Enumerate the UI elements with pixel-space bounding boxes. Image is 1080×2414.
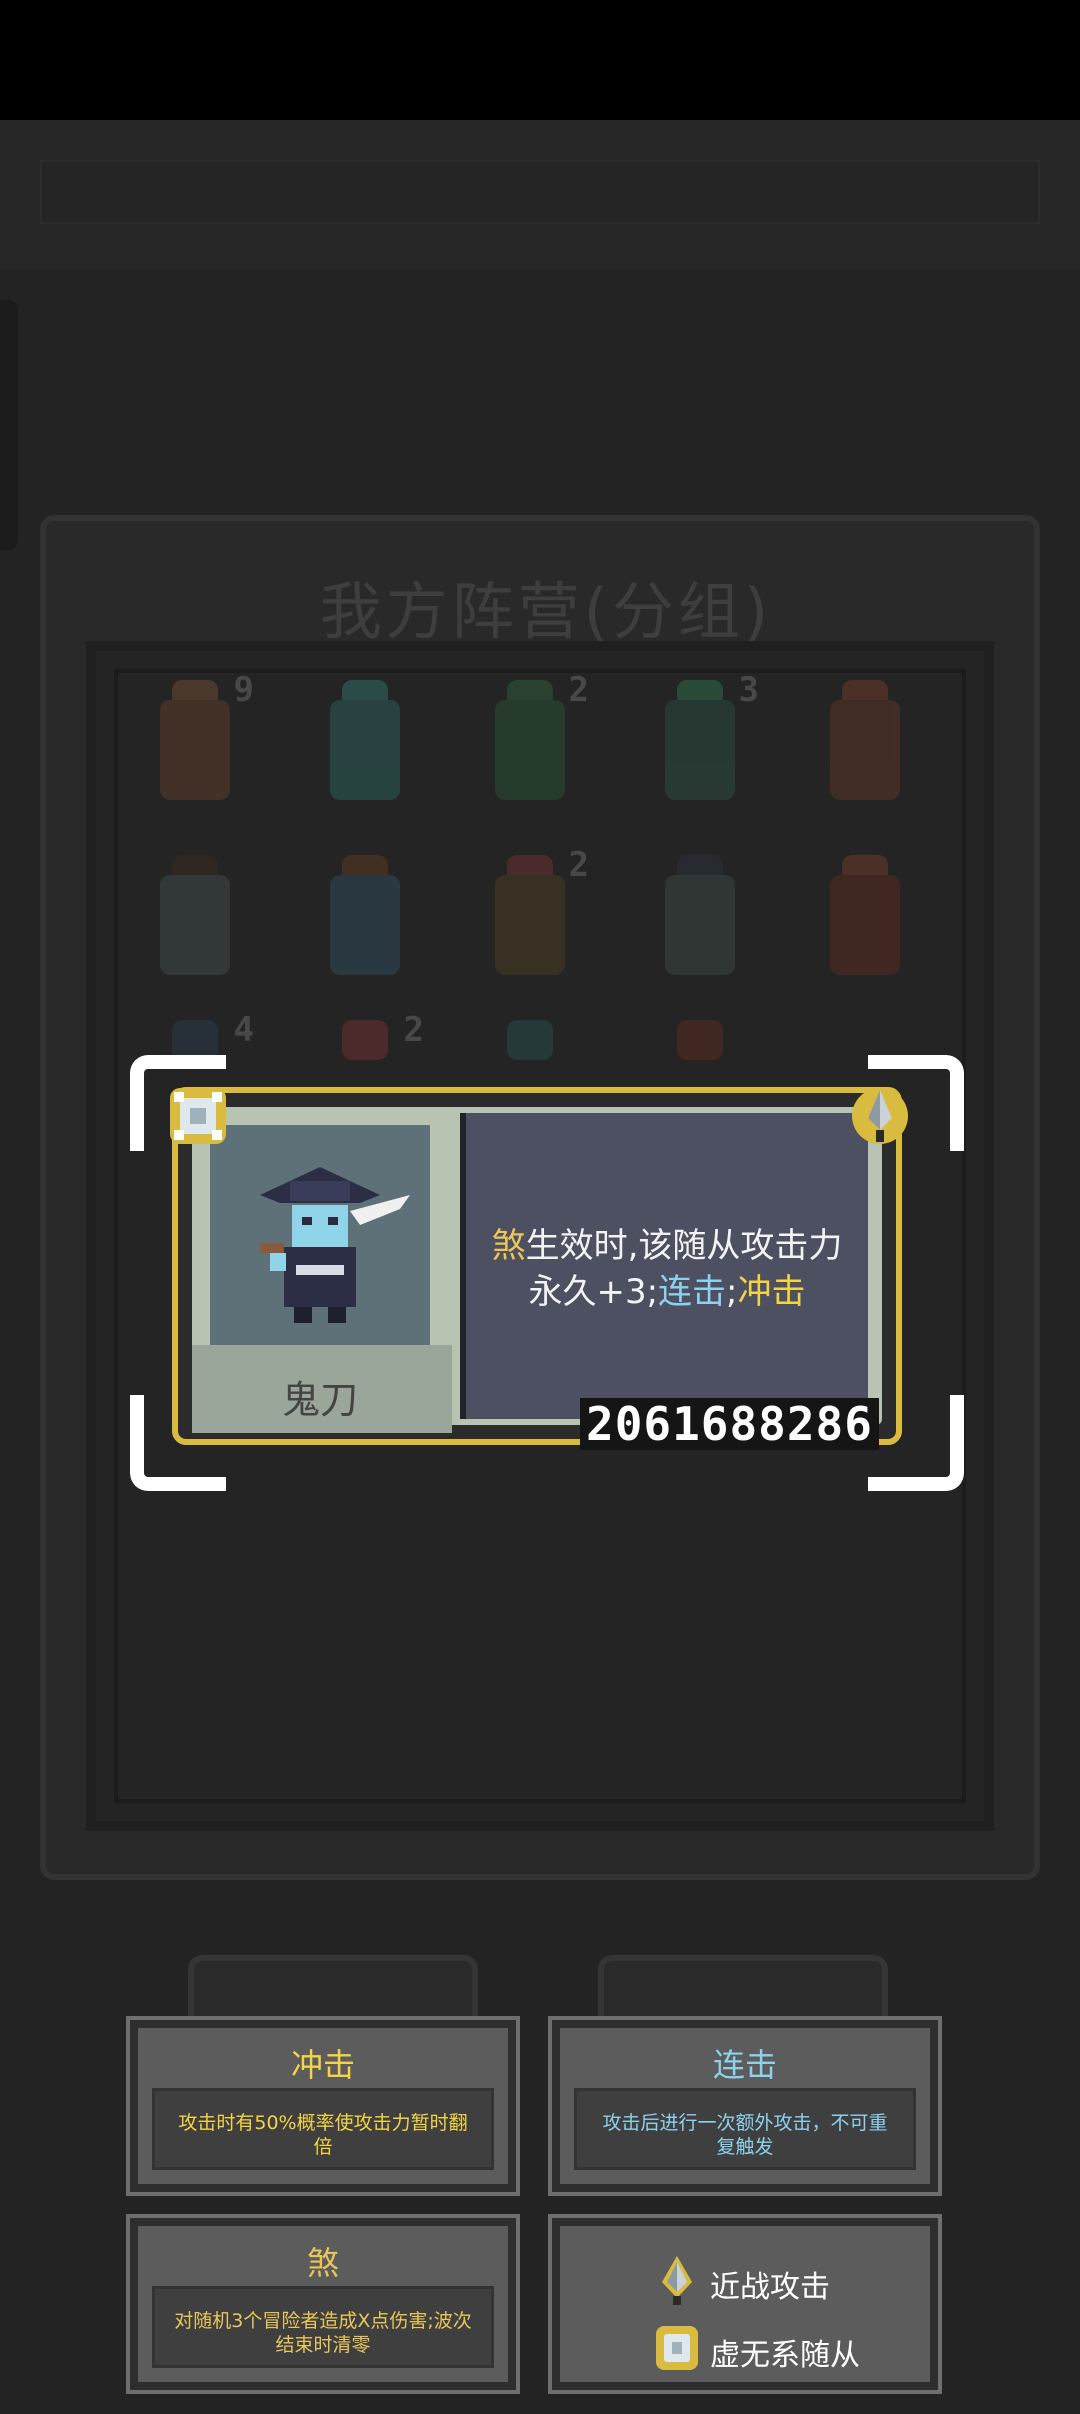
unit-id: 2061688286: [580, 1398, 879, 1450]
description-separator: ;: [726, 1272, 738, 1312]
keyword-card-combo: 连击 攻击后进行一次额外攻击，不可重复触发: [548, 2016, 942, 2196]
roster-unit[interactable]: 3: [635, 670, 765, 810]
keyword-desc-box: 攻击时有50%概率使攻击力暂时翻倍: [152, 2088, 494, 2170]
status-bar: [0, 0, 1080, 120]
legend-melee: 近战攻击: [662, 2256, 830, 2306]
ghost-blade-sprite: [260, 1167, 410, 1323]
top-strip: [40, 160, 1040, 224]
keyword-title: 煞: [306, 2244, 339, 2282]
keyword-combo[interactable]: 连击: [658, 1272, 726, 1312]
unit-count: 3: [738, 670, 759, 710]
unit-count: 2: [568, 845, 589, 885]
tab-right[interactable]: [598, 1955, 888, 2025]
void-minion-icon: [654, 2322, 700, 2374]
roster-unit[interactable]: [300, 670, 430, 810]
unit-detail-card[interactable]: 鬼刀 煞生效时,该随从攻击力永久+3;连击;冲击: [172, 1087, 902, 1445]
melee-attack-icon: [848, 1084, 912, 1148]
roster-unit[interactable]: 2: [465, 845, 595, 985]
keyword-card-charge: 冲击 攻击时有50%概率使攻击力暂时翻倍: [126, 2016, 520, 2196]
roster-unit[interactable]: [300, 845, 430, 985]
keyword-desc-box: 攻击后进行一次额外攻击，不可重复触发: [574, 2088, 916, 2170]
void-minion-icon: [166, 1084, 230, 1148]
roster-unit[interactable]: 2: [300, 1010, 430, 1090]
keyword-desc-box: 对随机3个冒险者造成X点伤害;波次结束时清零: [152, 2286, 494, 2368]
keyword-desc: 攻击时有50%概率使攻击力暂时翻倍: [178, 2112, 468, 2158]
unit-description: 煞生效时,该随从攻击力永久+3;连击;冲击: [478, 1223, 856, 1315]
melee-attack-icon: [654, 2254, 700, 2306]
unit-count: 4: [233, 1010, 254, 1050]
tab-left[interactable]: [188, 1955, 478, 2025]
unit-count: 9: [233, 670, 254, 710]
roster-unit[interactable]: [465, 1010, 595, 1090]
keyword-desc: 攻击后进行一次额外攻击，不可重复触发: [602, 2112, 888, 2158]
legend-label: 近战攻击: [710, 2270, 830, 2305]
unit-count: 2: [568, 670, 589, 710]
legend-card: 近战攻击 虚无系随从: [548, 2214, 942, 2394]
roster-unit[interactable]: [800, 845, 930, 985]
roster-unit[interactable]: 2: [465, 670, 595, 810]
keyword-card-sha: 煞 对随机3个冒险者造成X点伤害;波次结束时清零: [126, 2214, 520, 2394]
roster-unit[interactable]: [635, 1010, 765, 1090]
keyword-title: 连击: [712, 2046, 777, 2084]
unit-count: 2: [403, 1010, 424, 1050]
keyword-title: 冲击: [290, 2046, 355, 2084]
description-area: 煞生效时,该随从攻击力永久+3;连击;冲击: [460, 1113, 868, 1419]
side-tab[interactable]: [0, 300, 18, 550]
roster-unit[interactable]: [800, 670, 930, 810]
panel-title: 我方阵营(分组): [319, 575, 773, 648]
keyword-sha[interactable]: 煞: [492, 1226, 526, 1266]
unit-name: 鬼刀: [281, 1378, 358, 1422]
roster-unit[interactable]: [130, 845, 260, 985]
roster-unit[interactable]: [635, 845, 765, 985]
roster-unit[interactable]: 9: [130, 670, 260, 810]
keyword-charge[interactable]: 冲击: [738, 1272, 806, 1312]
unit-portrait: [210, 1125, 430, 1345]
keyword-desc: 对随机3个冒险者造成X点伤害;波次结束时清零: [174, 2310, 472, 2356]
top-bar-dimmed: [0, 120, 1080, 270]
legend-label: 虚无系随从: [710, 2338, 860, 2373]
card-inner: 鬼刀 煞生效时,该随从攻击力永久+3;连击;冲击: [192, 1107, 882, 1433]
legend-void: 虚无系随从: [656, 2326, 860, 2374]
